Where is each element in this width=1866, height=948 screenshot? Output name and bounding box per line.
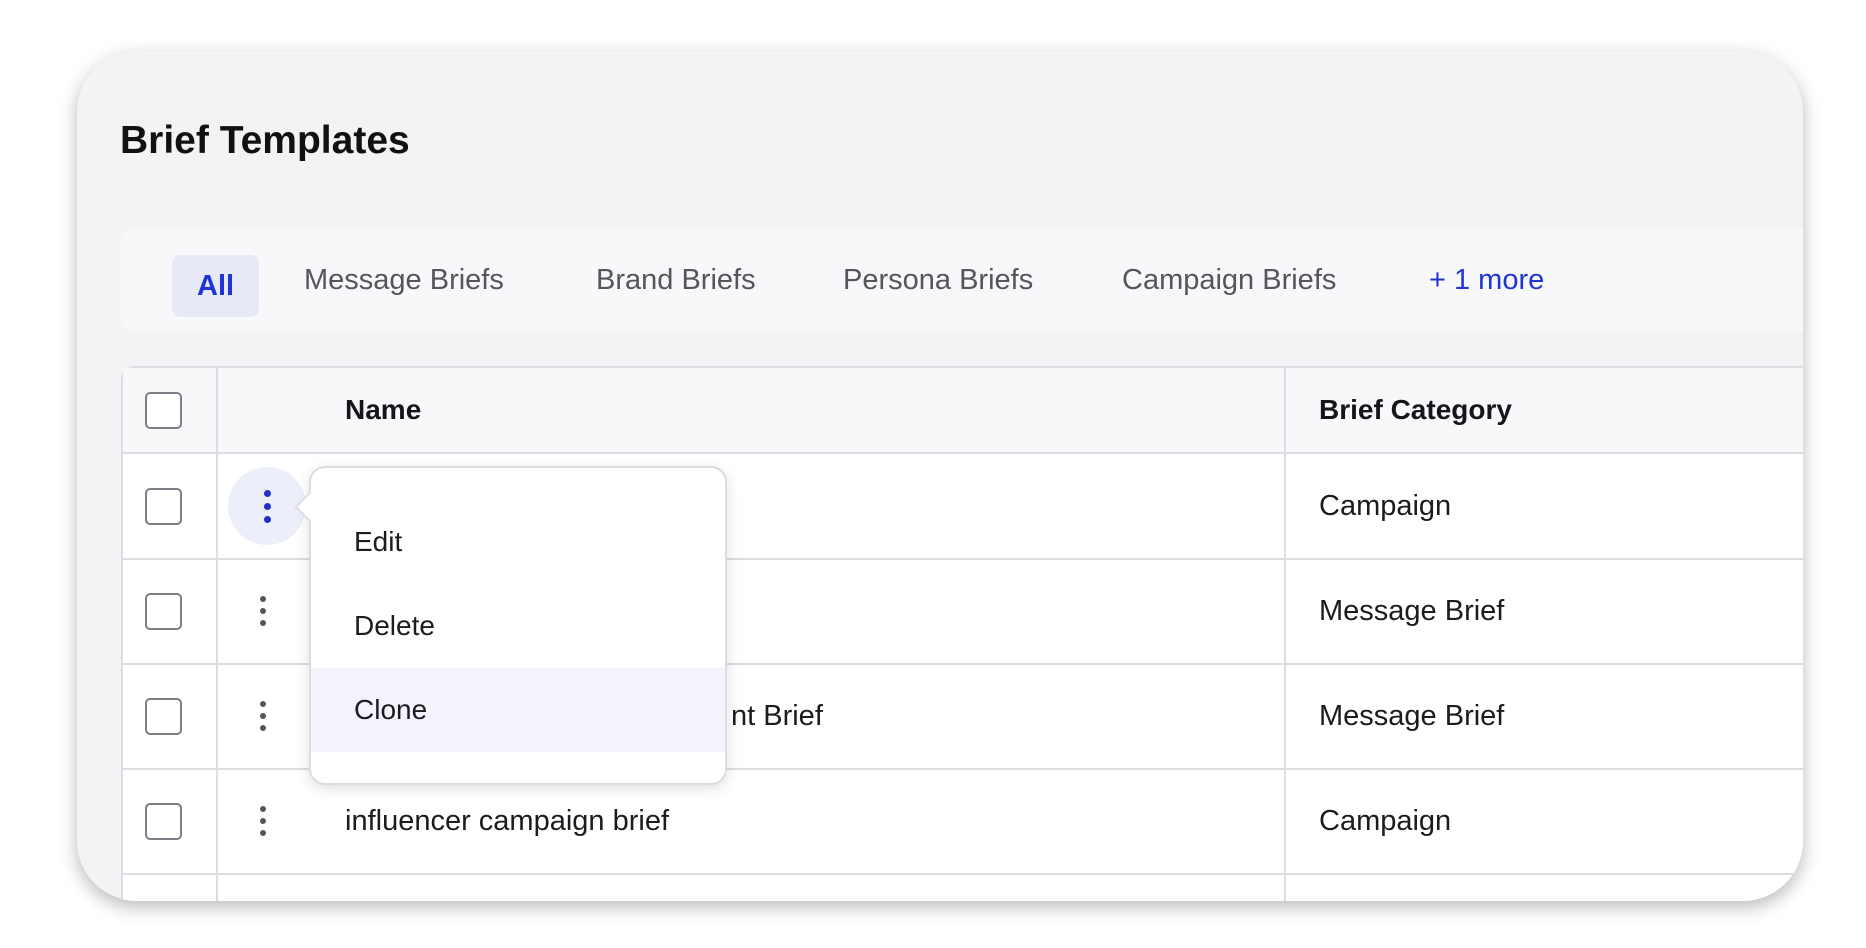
row-checkbox[interactable]	[145, 488, 182, 525]
row-name[interactable]: nt Brief	[731, 664, 823, 768]
menu-item-delete[interactable]: Delete	[311, 584, 725, 668]
more-vertical-icon	[260, 596, 266, 602]
column-divider	[1284, 368, 1286, 901]
row-category: Campaign	[1319, 490, 1452, 522]
table-header: Name Brief Category	[123, 368, 1803, 454]
select-all-checkbox[interactable]	[145, 392, 182, 429]
more-tabs-link[interactable]: + 1 more	[1429, 228, 1544, 332]
menu-item-edit[interactable]: Edit	[311, 500, 725, 584]
row-category: Message Brief	[1319, 595, 1505, 627]
column-divider	[216, 368, 218, 901]
tab-brand-briefs[interactable]: Brand Briefs	[596, 228, 756, 332]
row-actions-button[interactable]	[233, 581, 293, 641]
page-title: Brief Templates	[120, 119, 410, 162]
tab-message-briefs[interactable]: Message Briefs	[304, 228, 504, 332]
more-vertical-icon	[260, 806, 266, 812]
row-checkbox[interactable]	[145, 593, 182, 630]
tab-campaign-briefs[interactable]: Campaign Briefs	[1122, 228, 1336, 332]
row-actions-button[interactable]	[233, 791, 293, 851]
tab-all[interactable]: All	[172, 255, 260, 317]
row-checkbox[interactable]	[145, 698, 182, 735]
row-category: Message Brief	[1319, 700, 1505, 732]
more-vertical-icon	[260, 701, 266, 707]
row-checkbox[interactable]	[145, 803, 182, 840]
column-header-name: Name	[345, 394, 422, 425]
tab-persona-briefs[interactable]: Persona Briefs	[843, 228, 1033, 332]
row-category: Campaign	[1319, 805, 1452, 837]
column-header-brief-category: Brief Category	[1319, 394, 1512, 425]
category-tabs: All Message Briefs Brand Briefs Persona …	[120, 228, 1803, 332]
row-actions-button[interactable]	[233, 686, 293, 746]
row-actions-menu: Edit Delete Clone	[309, 466, 727, 785]
more-vertical-icon	[264, 490, 271, 497]
menu-item-clone[interactable]: Clone	[311, 668, 725, 752]
